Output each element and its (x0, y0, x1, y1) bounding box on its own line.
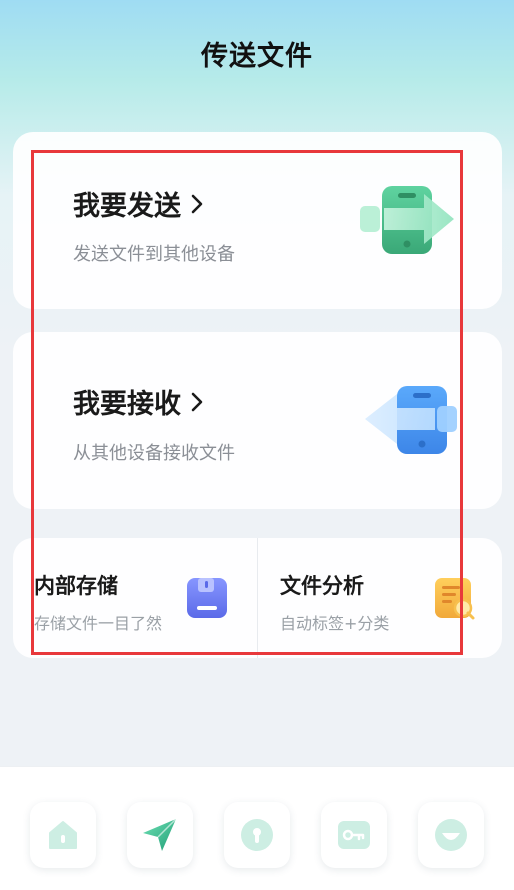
page-title: 传送文件 (201, 41, 313, 72)
internal-storage-item[interactable]: 内部存储 存储文件一目了然 (13, 538, 257, 658)
send-phone-icon (360, 186, 454, 254)
smile-icon (435, 819, 467, 851)
storage-icon (187, 578, 227, 618)
bottom-nav (0, 766, 514, 890)
file-analysis-item[interactable]: 文件分析 自动标签+分类 (258, 538, 502, 658)
receive-card-title: 我要接收 (73, 389, 181, 420)
file-analysis-subtitle: 自动标签+分类 (280, 614, 390, 633)
send-card-subtitle: 发送文件到其他设备 (73, 244, 235, 265)
send-icon (143, 818, 177, 851)
nav-home-button[interactable] (30, 802, 96, 868)
send-card-title: 我要发送 (73, 191, 181, 222)
internal-storage-title: 内部存储 (34, 574, 118, 598)
tools-card: 内部存储 存储文件一目了然 文件分析 自动标签+分类 (13, 538, 502, 658)
send-card[interactable]: 我要发送 发送文件到其他设备 (13, 132, 502, 309)
nav-send-button[interactable] (127, 802, 193, 868)
receive-card[interactable]: 我要接收 从其他设备接收文件 (13, 332, 502, 509)
nav-smile-button[interactable] (418, 802, 484, 868)
receive-phone-icon (365, 386, 457, 454)
key-icon (338, 821, 370, 849)
nav-key-button[interactable] (321, 802, 387, 868)
lock-icon (241, 819, 273, 851)
nav-lock-button[interactable] (224, 802, 290, 868)
internal-storage-subtitle: 存储文件一目了然 (34, 614, 163, 633)
chevron-right-icon (191, 392, 203, 411)
chevron-right-icon (191, 194, 203, 213)
home-icon (49, 821, 77, 849)
document-search-icon (435, 578, 475, 620)
file-analysis-title: 文件分析 (280, 574, 364, 598)
receive-card-subtitle: 从其他设备接收文件 (73, 443, 235, 464)
